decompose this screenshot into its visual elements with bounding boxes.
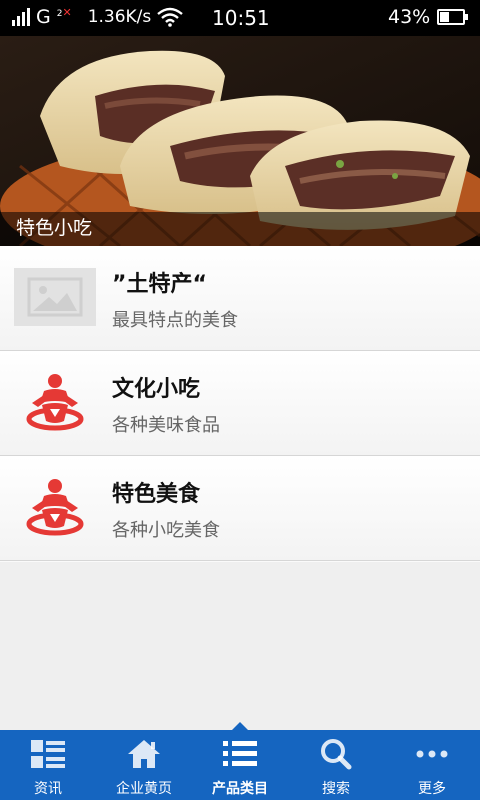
wifi-icon: [157, 7, 184, 27]
battery-icon: [437, 9, 468, 25]
tab-label: 资讯: [34, 781, 62, 797]
sim2-no-signal-icon: 2✕: [56, 5, 72, 19]
active-tab-indicator: [232, 722, 248, 730]
status-bar: G 2✕ 1.36K/s 10:51 43%: [0, 0, 480, 36]
search-icon: [321, 739, 352, 770]
clock: 10:51: [212, 6, 270, 30]
battery-percent: 43%: [388, 6, 431, 28]
baby-figure-icon: [26, 374, 84, 431]
network-speed: 1.36K/s: [87, 7, 152, 27]
network-type: G: [36, 6, 51, 28]
image-placeholder-icon: [14, 268, 96, 326]
banner[interactable]: 特色小吃: [0, 36, 480, 246]
list-item-title: 文化小吃: [112, 377, 201, 402]
home-icon: [128, 740, 160, 768]
bottom-tab-bar: 资讯 企业黄页 产品类目 搜索 更多: [0, 722, 480, 800]
list-item-title: 特色美食: [112, 482, 201, 507]
category-list: ”土特产“ 最具特点的美食 文化小吃 各种美味食品 特色美食 各种小吃美食: [0, 246, 480, 561]
list-item-description: 最具特点的美食: [112, 310, 238, 331]
tab-label: 产品类目: [212, 781, 268, 797]
list-item-description: 各种小吃美食: [112, 520, 220, 541]
more-dots-icon: [416, 750, 448, 758]
list-item-description: 各种美味食品: [112, 415, 220, 436]
tab-business-directory[interactable]: 企业黄页: [96, 730, 192, 800]
tab-label: 更多: [418, 781, 446, 797]
list-item-title: ”土特产“: [112, 272, 207, 297]
list-icon: [223, 741, 257, 766]
battery-fill: [440, 12, 449, 22]
tab-news[interactable]: 资讯: [0, 730, 96, 800]
signal-strength-icon: [12, 8, 30, 26]
tab-more[interactable]: 更多: [384, 730, 480, 800]
list-item-local-specialty[interactable]: ”土特产“ 最具特点的美食: [0, 246, 480, 351]
tab-search[interactable]: 搜索: [288, 730, 384, 800]
news-grid-icon: [31, 740, 65, 768]
status-left-group: G 2✕ 1.36K/s: [12, 5, 184, 28]
banner-caption: 特色小吃: [16, 217, 93, 239]
baby-figure-icon: [26, 479, 84, 536]
tab-label: 搜索: [322, 781, 350, 797]
tab-product-categories[interactable]: 产品类目: [192, 722, 288, 800]
list-item-cultural-snacks[interactable]: 文化小吃 各种美味食品: [0, 351, 480, 456]
list-item-special-cuisine[interactable]: 特色美食 各种小吃美食: [0, 456, 480, 561]
tab-label: 企业黄页: [116, 781, 172, 797]
